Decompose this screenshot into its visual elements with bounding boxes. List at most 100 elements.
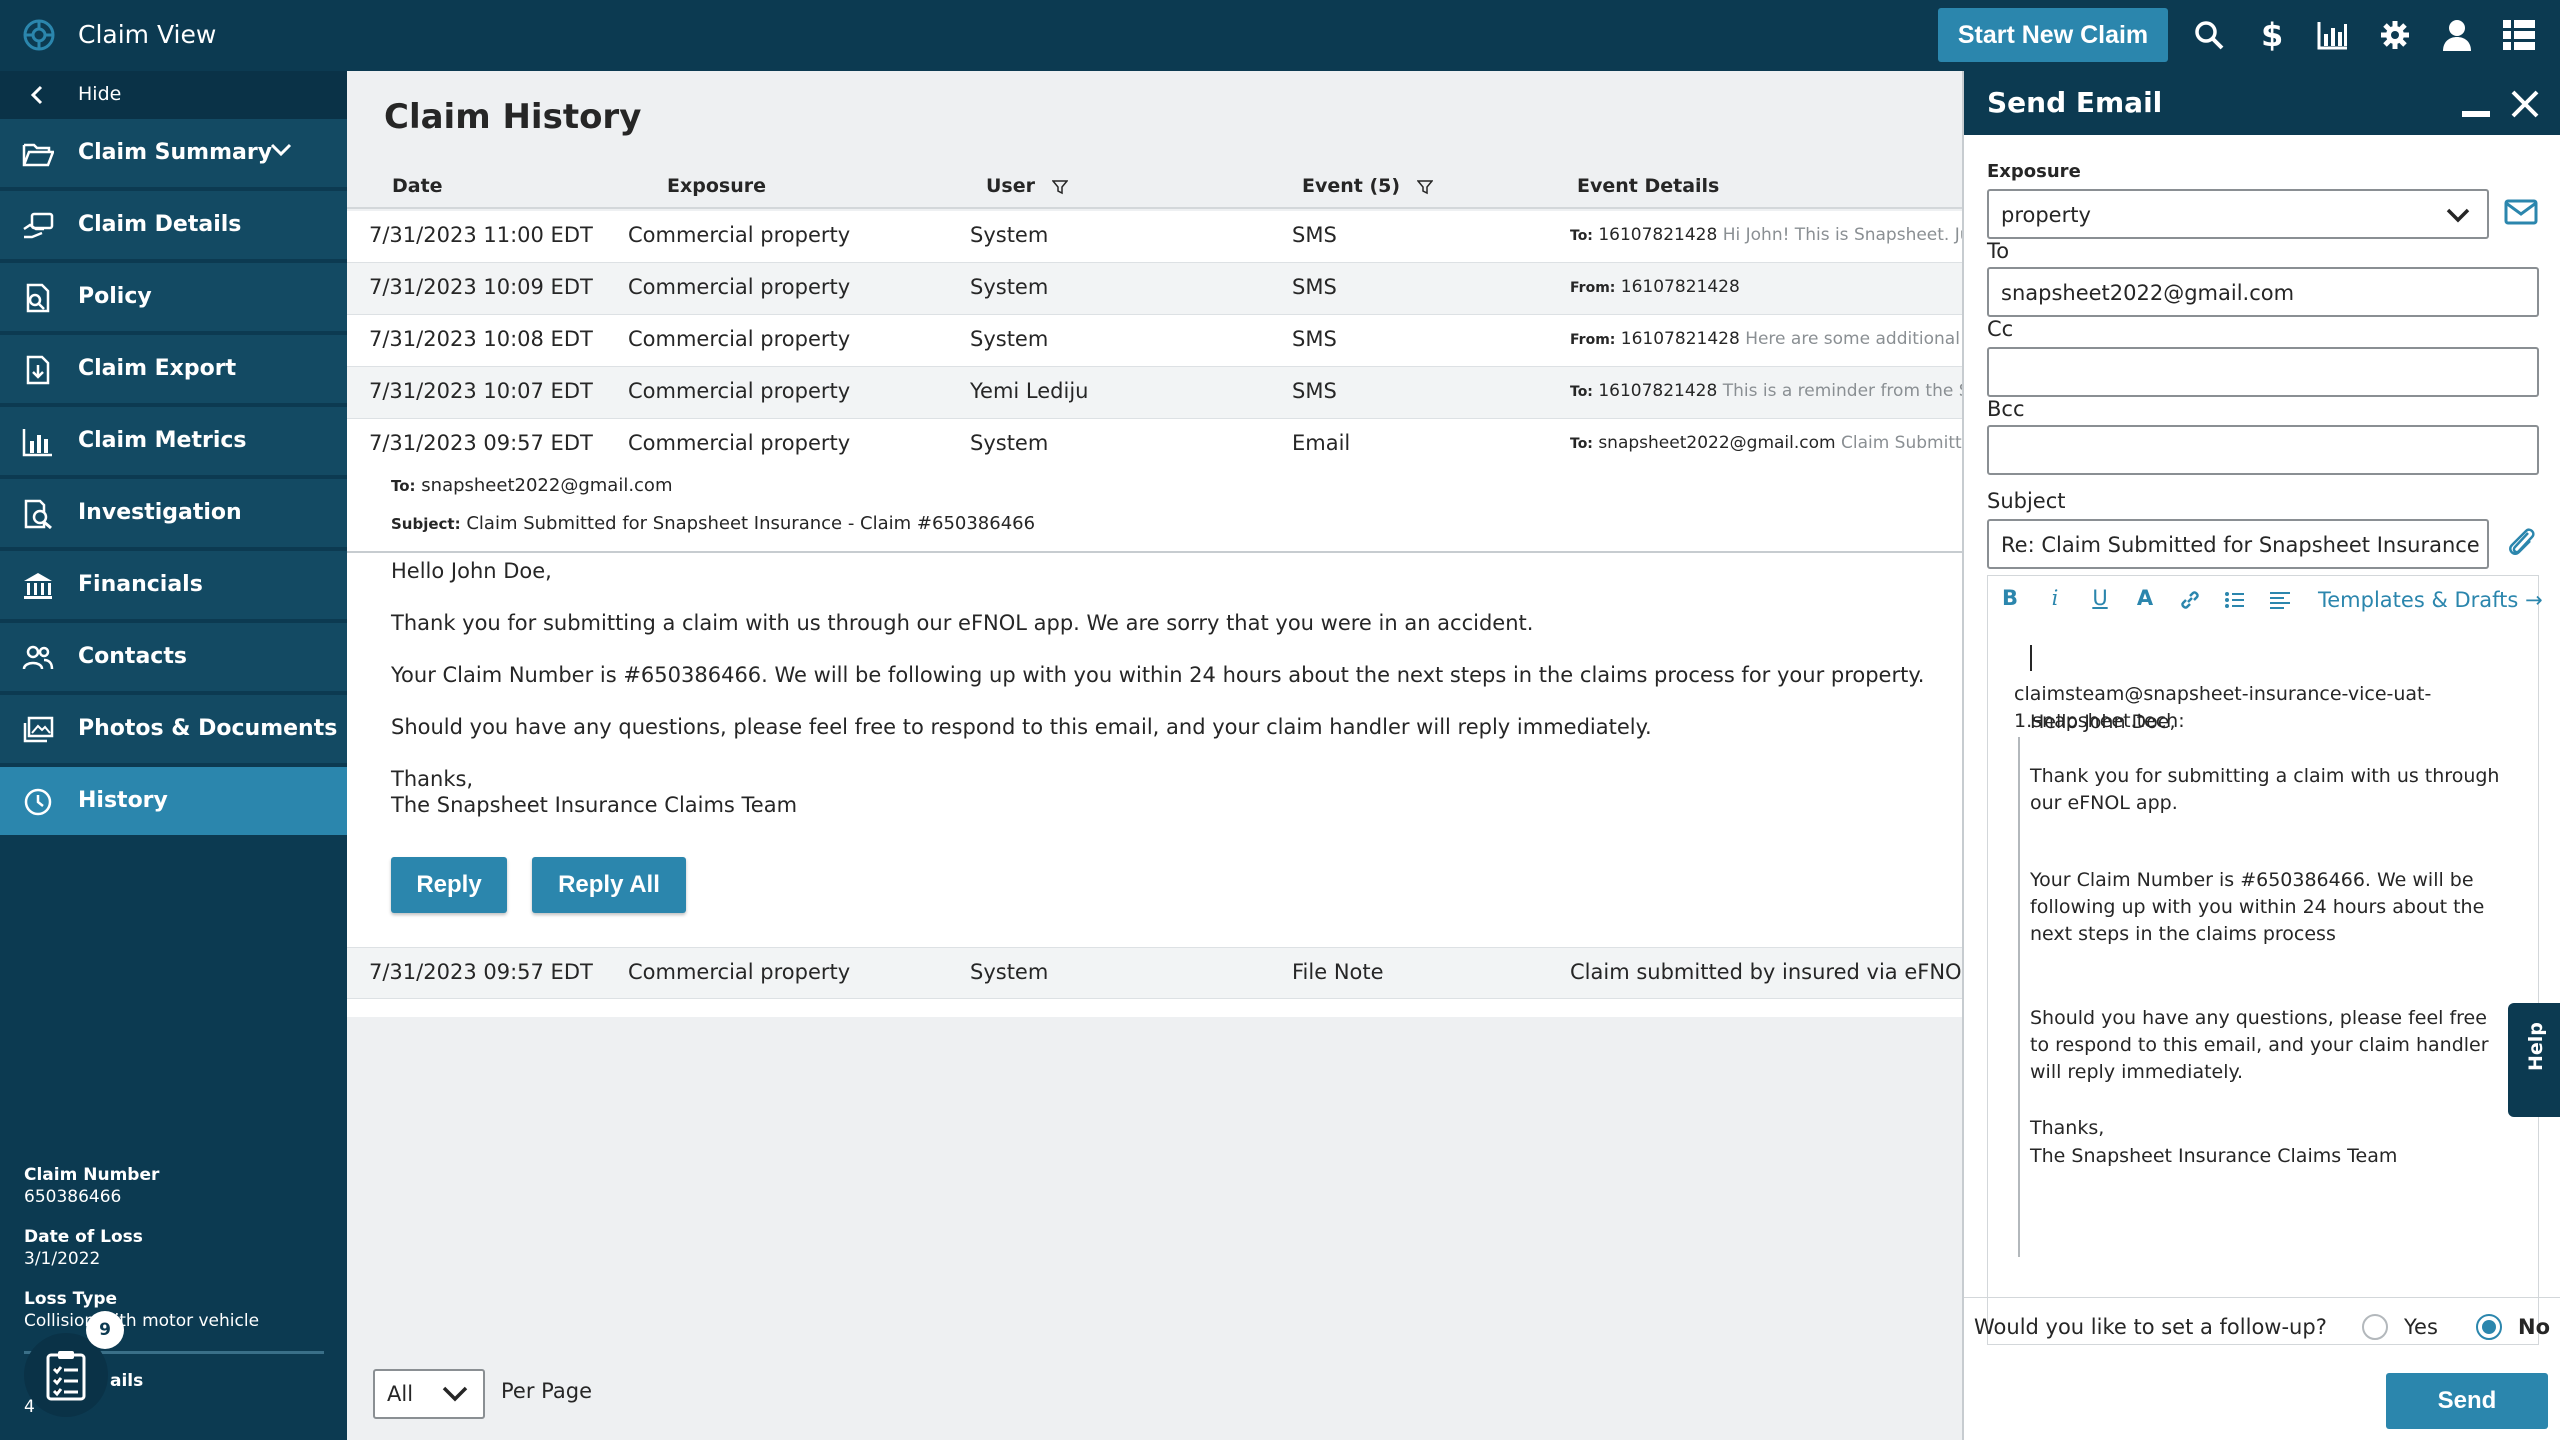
claim-number-block: Claim Number 650386466	[24, 1165, 159, 1207]
svg-text:$: $	[2261, 18, 2283, 52]
sidebar-item-contacts[interactable]: Contacts	[0, 623, 347, 693]
cell-user: Yemi Lediju	[970, 379, 1089, 403]
detail-value: 16107821428	[1598, 225, 1718, 245]
sidebar-item-policy[interactable]: Policy	[0, 263, 347, 333]
column-user[interactable]: User	[986, 175, 1068, 197]
column-user-label: User	[986, 175, 1035, 197]
exposure-value: property	[2001, 203, 2091, 227]
help-tab[interactable]: Help	[2508, 1003, 2560, 1117]
cell-date: 7/31/2023 10:07 EDT	[369, 379, 593, 403]
followup-yes-radio[interactable]	[2362, 1314, 2388, 1340]
subject-field[interactable]: Re: Claim Submitted for Snapsheet Insura…	[1987, 519, 2489, 569]
column-exposure[interactable]: Exposure	[667, 175, 766, 197]
font-color-icon[interactable]: A	[2131, 586, 2159, 614]
sidebar-hide-toggle[interactable]: Hide	[0, 71, 347, 119]
column-date[interactable]: Date	[392, 175, 443, 197]
table-row[interactable]: 7/31/2023 10:09 EDT Commercial property …	[347, 263, 1962, 315]
sidebar-item-claim-metrics[interactable]: Claim Metrics	[0, 407, 347, 477]
align-left-icon[interactable]	[2266, 586, 2294, 614]
cell-event-details: From: 16107821428	[1570, 277, 1962, 297]
email-editor[interactable]: claimsteam@snapsheet-insurance-vice-uat-…	[1987, 625, 2539, 1345]
link-icon[interactable]	[2176, 586, 2204, 614]
sidebar-item-claim-export[interactable]: Claim Export	[0, 335, 347, 405]
sidebar: Hide Claim Summary Claim Details Policy …	[0, 71, 347, 1440]
cell-event: File Note	[1292, 960, 1384, 984]
reply-all-button[interactable]: Reply All	[532, 857, 686, 913]
bulleted-list-icon[interactable]	[2221, 586, 2249, 614]
chevron-down-icon[interactable]	[270, 143, 292, 157]
search-icon[interactable]	[2190, 16, 2228, 54]
to-label: To	[1987, 239, 2010, 263]
per-page-select[interactable]: All	[373, 1369, 485, 1419]
quote-bar	[2018, 737, 2020, 1257]
dollar-icon[interactable]: $	[2252, 16, 2290, 54]
bold-icon[interactable]: B	[1996, 586, 2024, 614]
partial-meta-block: ails	[110, 1371, 143, 1391]
claim-number-value: 650386466	[24, 1187, 122, 1207]
send-button[interactable]: Send	[2386, 1373, 2548, 1429]
paperclip-icon[interactable]	[2504, 523, 2536, 559]
cell-user: System	[970, 223, 1049, 247]
start-new-claim-button[interactable]: Start New Claim	[1938, 8, 2168, 62]
cell-user: System	[970, 431, 1049, 455]
cell-event-details: To: 16107821428 This is a reminder from …	[1570, 381, 1962, 401]
subject-label: Subject	[1987, 489, 2066, 513]
cc-label: Cc	[1987, 317, 2014, 341]
templates-drafts-link[interactable]: Templates & Drafts →	[2318, 588, 2543, 612]
cell-event-details: To: 16107821428 Hi John! This is Snapshe…	[1570, 225, 1962, 245]
cell-user: System	[970, 960, 1049, 984]
sidebar-item-investigation[interactable]: Investigation	[0, 479, 347, 549]
to-field[interactable]: snapsheet2022@gmail.com	[1987, 267, 2539, 317]
detail-value: 16107821428	[1620, 277, 1740, 297]
sidebar-item-claim-summary[interactable]: Claim Summary	[0, 119, 347, 189]
sidebar-item-history[interactable]: History	[0, 767, 347, 837]
filter-icon[interactable]	[1416, 179, 1433, 195]
apps-grid-icon[interactable]	[2500, 16, 2538, 54]
detail-preview: Claim Submitted	[1840, 433, 1962, 453]
policy-search-icon	[26, 283, 50, 313]
followup-no-radio[interactable]	[2476, 1314, 2502, 1340]
sidebar-item-financials[interactable]: Financials	[0, 551, 347, 621]
bcc-field[interactable]	[1987, 425, 2539, 475]
cc-field[interactable]	[1987, 347, 2539, 397]
reply-button[interactable]: Reply	[391, 857, 507, 913]
table-header: Date Exposure User Event (5) Event Detai…	[347, 167, 1962, 209]
templates-label: Templates & Drafts	[2318, 588, 2519, 612]
table-row[interactable]: 7/31/2023 10:08 EDT Commercial property …	[347, 315, 1962, 367]
subject-value: Re: Claim Submitted for Snapsheet Insura…	[2001, 533, 2479, 557]
gear-icon[interactable]	[2376, 16, 2414, 54]
hand-card-icon	[23, 212, 54, 239]
drawer-header: Send Email	[1964, 71, 2560, 135]
cell-date: 7/31/2023 10:09 EDT	[369, 275, 593, 299]
column-event-details[interactable]: Event Details	[1577, 175, 1719, 197]
user-profile-icon[interactable]	[2438, 16, 2476, 54]
sidebar-item-label: Claim Metrics	[78, 428, 247, 453]
loss-type-label: Loss Type	[24, 1289, 118, 1309]
followup-no-label: No	[2518, 1315, 2551, 1339]
snapsheet-logo-icon[interactable]	[22, 18, 56, 52]
sidebar-item-label: Contacts	[78, 644, 187, 669]
underline-icon[interactable]: U	[2086, 586, 2114, 614]
clock-icon	[24, 788, 52, 816]
close-icon[interactable]	[2510, 89, 2540, 119]
italic-icon[interactable]: i	[2041, 586, 2069, 614]
bar-chart-icon[interactable]	[2314, 16, 2352, 54]
cell-date: 7/31/2023 09:57 EDT	[369, 431, 593, 455]
minimize-icon[interactable]	[2462, 111, 2490, 117]
sidebar-item-photos-documents[interactable]: Photos & Documents	[0, 695, 347, 765]
people-icon	[22, 645, 54, 670]
email-envelope-icon[interactable]	[2504, 199, 2538, 225]
table-row[interactable]: 7/31/2023 09:57 EDT Commercial property …	[347, 947, 1973, 999]
sidebar-item-label: History	[78, 788, 168, 813]
table-row[interactable]: 7/31/2023 10:07 EDT Commercial property …	[347, 367, 1962, 419]
column-event[interactable]: Event (5)	[1302, 175, 1433, 197]
sidebar-item-label: Investigation	[78, 500, 242, 525]
filter-icon[interactable]	[1051, 179, 1068, 195]
send-email-drawer: Send Email Exposure property To snapshee…	[1962, 71, 2560, 1440]
table-row[interactable]: 7/31/2023 11:00 EDT Commercial property …	[347, 211, 1962, 263]
column-event-label: Event (5)	[1302, 175, 1401, 197]
exposure-select[interactable]: property	[1987, 189, 2489, 239]
page-title: Claim History	[384, 97, 642, 137]
table-row-expanded[interactable]: 7/31/2023 09:57 EDT Commercial property …	[347, 419, 1962, 471]
sidebar-item-claim-details[interactable]: Claim Details	[0, 191, 347, 261]
